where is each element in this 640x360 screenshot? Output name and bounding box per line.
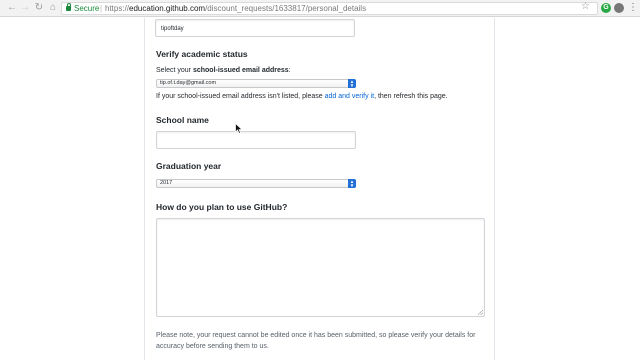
address-bar[interactable]: Secure | https://education.github.com/di… [61,2,598,15]
bookmark-star-icon[interactable]: ☆ [581,1,590,13]
submission-note-line1: Please note, your request cannot be edit… [156,332,476,339]
lock-icon [66,3,71,11]
url-host: education.github.com [129,4,206,13]
school-name-input[interactable] [156,131,356,149]
submission-note-line2: accuracy before sending them to us. [156,343,269,350]
url-separator: | [100,4,103,13]
school-tag-input[interactable]: tipoftday [155,19,355,37]
more-menu-icon[interactable]: ⋮ [628,2,638,14]
add-verify-link[interactable]: add and verify it [325,93,374,100]
url-text[interactable]: https://education.github.com/discount_re… [105,3,366,14]
browser-toolbar: ← → ↻ ⌂ Secure | https://education.githu… [0,0,640,17]
grammarly-extension-icon[interactable]: G [601,3,611,13]
verify-heading: Verify academic status [156,49,248,59]
email-prompt-suffix: : [288,67,291,74]
submission-note: Please note, your request cannot be edit… [156,330,486,352]
graduation-year-value: 2017 [160,180,173,186]
back-arrow-icon[interactable]: ← [6,2,18,14]
graduation-year-select[interactable]: 2017 ▲ ▼ [156,179,356,188]
email-help-suffix: , then refresh this page. [374,93,448,100]
email-prompt-prefix: Select your [156,67,193,74]
secure-label: Secure [74,4,100,13]
select-arrows-icon: ▲ ▼ [348,78,356,88]
home-icon[interactable]: ⌂ [47,2,59,14]
url-scheme: https:// [105,4,130,13]
reload-icon[interactable]: ↻ [33,2,45,14]
select-arrows-icon: ▲ ▼ [348,178,356,188]
email-help-prefix: If your school-issued email address isn'… [156,93,325,100]
school-name-heading: School name [156,115,209,125]
email-help: If your school-issued email address isn'… [156,93,448,100]
email-select[interactable]: tip.of.t.day@gmail.com ▲ ▼ [156,79,356,88]
github-usage-textarea[interactable] [156,218,485,317]
url-path: /discount_requests/1633817/personal_deta… [205,4,367,13]
page-content: tipoftday Verify academic status Select … [0,18,640,360]
octocat-extension-icon[interactable] [614,3,624,13]
email-prompt-bold: school-issued email address [192,67,289,74]
email-prompt: Select your school-issued email address: [156,67,291,74]
form-container: tipoftday Verify academic status Select … [144,18,495,360]
graduation-year-heading: Graduation year [156,161,222,171]
email-select-value: tip.of.t.day@gmail.com [160,80,217,86]
mouse-cursor-icon [235,123,243,134]
resize-handle-icon[interactable] [478,310,483,315]
github-usage-heading: How do you plan to use GitHub? [156,202,288,212]
forward-arrow-icon[interactable]: → [19,2,31,14]
